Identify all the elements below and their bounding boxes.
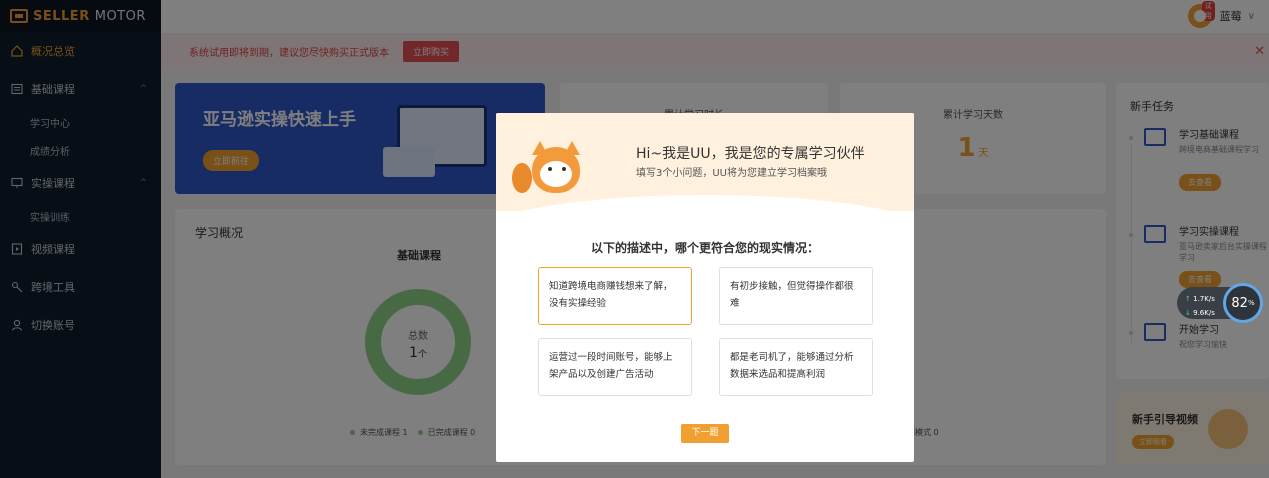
usage-percent-unit: % xyxy=(1247,299,1255,307)
option-3[interactable]: 运营过一段时间账号，能够上架产品以及创建广告活动 xyxy=(538,338,692,396)
usage-ring: 82% xyxy=(1223,283,1263,323)
option-2[interactable]: 有初步接触，但觉得操作都很难 xyxy=(719,267,873,325)
upload-value: 1.7 xyxy=(1193,295,1205,303)
squirrel-mascot-icon xyxy=(512,141,586,195)
option-text: 运营过一段时间账号，能够上架产品以及创建广告活动 xyxy=(549,352,673,380)
option-1[interactable]: 知道跨境电商赚钱想来了解，没有实操经验 xyxy=(538,267,692,325)
download-speed: ↓ 9.6K/s xyxy=(1185,309,1215,317)
usage-percent: 82 xyxy=(1231,295,1248,311)
upload-unit: K/s xyxy=(1204,295,1215,303)
upload-speed: ↑ 1.7K/s xyxy=(1185,295,1215,303)
download-unit: K/s xyxy=(1204,309,1215,317)
onboarding-modal: Hi~我是UU，我是您的专属学习伙伴 填写3个小问题，UU将为您建立学习档案哦 … xyxy=(496,113,914,462)
modal-greeting: Hi~我是UU，我是您的专属学习伙伴 xyxy=(636,146,865,162)
option-4[interactable]: 都是老司机了，能够通过分析数据来选品和提高利润 xyxy=(719,338,873,396)
option-text: 有初步接触，但觉得操作都很难 xyxy=(730,281,854,309)
next-question-button[interactable]: 下一题 xyxy=(681,424,729,443)
option-text: 都是老司机了，能够通过分析数据来选品和提高利润 xyxy=(730,352,854,380)
modal-subtitle: 填写3个小问题，UU将为您建立学习档案哦 xyxy=(636,168,828,179)
network-speed-widget[interactable]: ↑ 1.7K/s ↓ 9.6K/s 82% xyxy=(1177,283,1265,323)
modal-question: 以下的描述中，哪个更符合您的现实情况： xyxy=(590,241,819,255)
download-value: 9.6 xyxy=(1193,309,1205,317)
option-text: 知道跨境电商赚钱想来了解，没有实操经验 xyxy=(549,281,673,309)
